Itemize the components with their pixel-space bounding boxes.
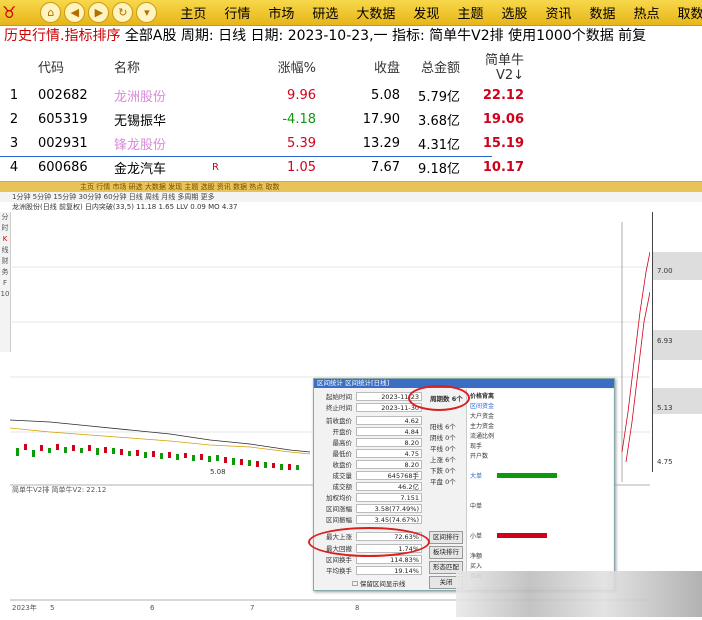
top-toolbar: ♉ ⌂ ◀ ▶ ↻ ▾ 主页 行情 市场 研选 大数据 发现 主题 选股 资讯 … xyxy=(0,0,702,26)
menu-bigdata[interactable]: 大数据 xyxy=(347,3,404,22)
col-amount[interactable]: 总金额 xyxy=(400,49,460,83)
menu-market[interactable]: 市场 xyxy=(259,3,303,22)
table-row[interactable]: 4 600686 金龙汽车 R 1.05 7.67 9.18亿 10.17 xyxy=(0,155,524,179)
bar-green xyxy=(497,473,557,478)
col-code[interactable]: 代码 xyxy=(28,49,114,83)
stat-row: 平均换手 19.14% xyxy=(316,565,426,575)
table-row[interactable]: 1 002682 龙洲股份 9.96 5.08 5.79亿 22.12 xyxy=(0,83,524,107)
scroll-down-icon[interactable]: ▾ xyxy=(136,2,158,23)
x-tick: 8 xyxy=(355,604,359,612)
period-tabs[interactable]: 1分钟 5分钟 15分钟 30分钟 60分钟 日线 周线 月线 多周期 更多 xyxy=(0,192,702,202)
stat-row: 区间涨幅 3.58(77.49%) xyxy=(316,503,426,513)
keep-interval-checkbox[interactable]: ☐ 保留区间显示线 xyxy=(352,578,405,588)
stat-row: 开盘价 4.84 xyxy=(316,426,426,436)
stat-row: 成交额 46.2亿 xyxy=(316,481,426,491)
x-tick: 7 xyxy=(250,604,254,612)
home-icon[interactable]: ⌂ xyxy=(40,2,62,23)
price-tag: 5.08 xyxy=(210,468,226,476)
highlight-oval-max-rise xyxy=(308,527,430,557)
stat-row: 区间振幅 3.45(74.67%) xyxy=(316,514,426,524)
page-title-line: 历史行情.指标排序 全部A股 周期: 日线 日期: 2023-10-23,一 指… xyxy=(0,25,702,47)
blurred-region xyxy=(456,571,702,617)
nav-buttons: ⌂ ◀ ▶ ↻ ▾ xyxy=(40,2,158,23)
stat-row: 最低价 4.75 xyxy=(316,448,426,458)
bar-red xyxy=(497,533,547,538)
x-tick: 5 xyxy=(50,604,54,612)
page-subtitle: 全部A股 周期: 日线 日期: 2023-10-23,一 指标: 简单牛V2排 … xyxy=(120,28,647,44)
col-change[interactable]: 涨幅% xyxy=(228,49,316,83)
col-v2[interactable]: 简单牛V2↓ xyxy=(460,49,524,83)
right-price-strip: 7.00 6.93 5.13 4.75 xyxy=(652,212,702,472)
back-icon[interactable]: ◀ xyxy=(64,2,86,23)
stat-row: 终止时间 2023-11-30 xyxy=(316,402,426,412)
interval-stats-dialog[interactable]: 区间统计 区间统计[日线] 起始时间 2023-11-23 终止时间 2023-11… xyxy=(313,378,615,591)
menu-home[interactable]: 主页 xyxy=(171,3,215,22)
lower-menu-bar: 主页 行情 市场 研选 大数据 发现 主题 选股 资讯 数据 热点 取数 xyxy=(0,182,702,192)
fund-flow-panel: 价格背离 区间资金 大户资金 主力资金 流通比例 现手 开户数 大单 中单 小单… xyxy=(466,389,613,587)
page-title: 历史行情.指标排序 xyxy=(4,28,121,44)
menu-discover[interactable]: 发现 xyxy=(404,3,448,22)
menu-fetch[interactable]: 取数 xyxy=(669,3,702,22)
interval-rank-button[interactable]: 区间排行 xyxy=(429,531,463,544)
menu-hot[interactable]: 热点 xyxy=(625,3,669,22)
table-row[interactable]: 3 002931 锋龙股份 5.39 13.29 4.31亿 15.19 xyxy=(0,131,524,155)
stock-indicator-line: 龙洲股份(日线 前复权) 日内突破(33,5) 11.18 1.65 LLV 0… xyxy=(0,202,702,212)
refresh-icon[interactable]: ↻ xyxy=(112,2,134,23)
indicator-label: 简单牛V2排 简单牛V2: 22.12 xyxy=(12,485,106,494)
stat-row: 成交量 645768手 xyxy=(316,470,426,480)
x-tick: 2023年 xyxy=(12,603,37,612)
table-header-row: 代码 名称 涨幅% 收盘 总金额 简单牛V2↓ xyxy=(0,49,524,83)
col-name[interactable]: 名称 xyxy=(114,49,212,83)
forward-icon[interactable]: ▶ xyxy=(88,2,110,23)
stat-row: 最高价 8.20 xyxy=(316,437,426,447)
menu-stock-pick[interactable]: 选股 xyxy=(492,3,536,22)
highlight-oval-period xyxy=(408,385,470,411)
menu-quotes[interactable]: 行情 xyxy=(215,3,259,22)
stat-row: 收盘价 8.20 xyxy=(316,459,426,469)
col-close[interactable]: 收盘 xyxy=(316,49,400,83)
menu-theme[interactable]: 主题 xyxy=(448,3,492,22)
menu-research[interactable]: 研选 xyxy=(303,3,347,22)
dialog-title: 区间统计 区间统计[日线] xyxy=(314,379,614,388)
menu-data[interactable]: 数据 xyxy=(580,3,624,22)
table-divider xyxy=(0,156,492,157)
table-row[interactable]: 2 605319 无锡振华 -4.18 17.90 3.68亿 19.06 xyxy=(0,107,524,131)
bull-logo-icon: ♉ xyxy=(2,2,17,22)
stat-row: 加权均价 7.151 xyxy=(316,492,426,502)
main-menu: 主页 行情 市场 研选 大数据 发现 主题 选股 资讯 数据 热点 取数 xyxy=(171,3,702,22)
menu-news[interactable]: 资讯 xyxy=(536,3,580,22)
ranking-table: 代码 名称 涨幅% 收盘 总金额 简单牛V2↓ 1 002682 龙洲股份 9.… xyxy=(0,49,524,179)
sector-rank-button[interactable]: 板块排行 xyxy=(429,546,463,559)
x-tick: 6 xyxy=(150,604,155,612)
stat-row: 前收盘价 4.62 xyxy=(316,415,426,425)
